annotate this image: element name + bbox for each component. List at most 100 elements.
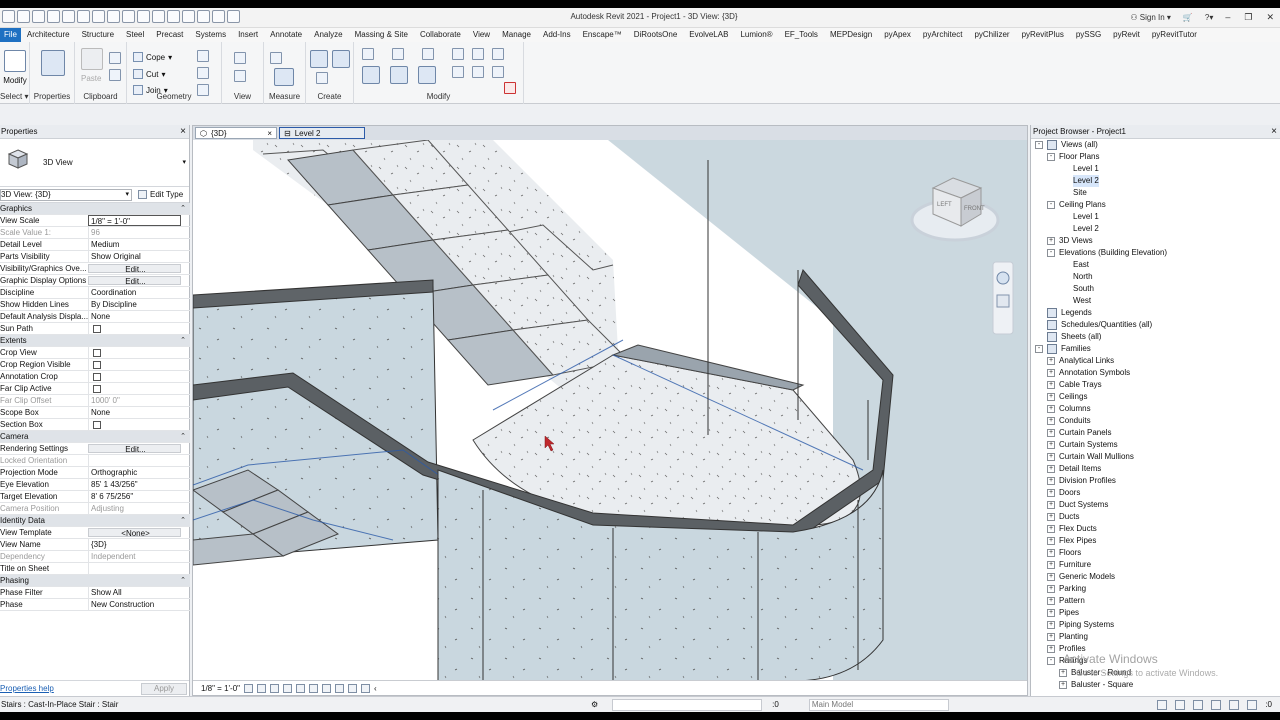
select-dropdown[interactable]: Select ▾ [0,92,29,101]
property-value[interactable]: 1/8" = 1'-0" [88,215,181,226]
checkbox[interactable] [93,324,101,333]
browser-node[interactable]: Schedules/Quantities (all) [1031,319,1280,331]
browser-node[interactable]: East [1031,259,1280,271]
collapse-section-icon[interactable]: ⌃ [180,575,190,586]
ribbon-tab-26[interactable]: pyRevitTutor [1146,28,1203,42]
property-checkbox[interactable] [88,359,181,370]
browser-node[interactable]: + Columns [1031,403,1280,415]
expand-icon[interactable]: + [1047,501,1055,509]
browser-node[interactable]: + Analytical Links [1031,355,1280,367]
browser-node[interactable]: + Floors [1031,547,1280,559]
type-dropdown-icon[interactable]: ▾ [182,158,186,166]
ribbon-tab-12[interactable]: Manage [496,28,537,42]
browser-node[interactable]: + Furniture [1031,559,1280,571]
create-assembly-icon[interactable] [310,50,328,68]
property-edit-button[interactable]: Edit... [88,276,181,285]
property-value[interactable]: None [88,311,181,322]
workset-field[interactable] [612,698,763,711]
browser-node[interactable]: + Flex Pipes [1031,535,1280,547]
property-section[interactable]: Identity Data ⌃ [0,515,190,527]
ribbon-tab-4[interactable]: Precast [150,28,189,42]
browser-node[interactable]: - Views (all) [1031,139,1280,151]
browser-node[interactable]: South [1031,283,1280,295]
cut-button[interactable]: Cut ▾ [133,69,165,79]
property-value[interactable]: Show Original [88,251,181,262]
ribbon-tab-20[interactable]: pyApex [878,28,917,42]
lock-3d-view-icon[interactable] [335,683,345,693]
browser-node[interactable]: + Curtain Wall Mullions [1031,451,1280,463]
hide-element-icon[interactable] [234,52,246,64]
expand-icon[interactable]: + [1047,477,1055,485]
browser-node[interactable]: - Floor Plans [1031,151,1280,163]
select-links-icon[interactable] [1157,699,1168,710]
expand-icon[interactable]: + [1047,237,1055,245]
view-tab[interactable]: ⬡ {3D} × [195,127,277,139]
browser-node[interactable]: + Flex Ducts [1031,523,1280,535]
property-value[interactable]: Coordination [88,287,181,298]
ribbon-tab-23[interactable]: pyRevitPlus [1016,28,1070,42]
browser-node[interactable]: North [1031,271,1280,283]
crop-view-icon[interactable] [309,683,319,693]
ribbon-tab-16[interactable]: EvolveLAB [683,28,734,42]
browser-node[interactable]: + Curtain Systems [1031,439,1280,451]
browser-node[interactable]: + Planting [1031,631,1280,643]
browser-node[interactable]: + Generic Models [1031,571,1280,583]
property-value[interactable]: 85' 1 43/256" [88,479,181,490]
apply-button[interactable]: Apply [141,682,187,695]
ribbon-tab-15[interactable]: DiRootsOne [628,28,684,42]
browser-node[interactable]: + Pattern [1031,595,1280,607]
close-icon[interactable]: ✕ [1266,12,1274,23]
property-value[interactable]: Medium [88,239,181,250]
properties-button-label[interactable]: Properties [30,92,74,101]
design-option-field[interactable]: Main Model [808,698,949,711]
browser-node[interactable]: + Duct Systems [1031,499,1280,511]
expand-icon[interactable]: + [1047,537,1055,545]
worksets-icon[interactable]: ⚙ [591,700,598,709]
browser-node[interactable]: + Detail Items [1031,463,1280,475]
instance-selector[interactable]: 3D View: {3D} [0,188,132,201]
split-face-icon[interactable] [197,67,209,79]
ribbon-tab-3[interactable]: Steel [120,28,150,42]
property-value[interactable]: {3D} [88,539,181,550]
checkbox[interactable] [93,384,101,393]
expand-icon[interactable]: + [1047,513,1055,521]
cope-button[interactable]: Cope ▾ [133,52,172,62]
shadows-icon[interactable] [283,683,293,693]
visual-style-icon[interactable] [257,683,267,693]
ribbon-tab-14[interactable]: Enscape™ [577,28,628,42]
property-value[interactable] [88,563,181,574]
browser-node[interactable]: + Cable Trays [1031,379,1280,391]
collapse-icon[interactable]: - [1047,657,1055,665]
checkbox[interactable] [93,420,101,429]
ribbon-tab-7[interactable]: Annotate [264,28,308,42]
offset-icon[interactable] [392,48,404,60]
browser-node[interactable]: Site [1031,187,1280,199]
edit-type-button[interactable]: Edit Type [138,190,183,199]
wall-joins-icon[interactable] [197,50,209,62]
browser-node[interactable]: + Pipes [1031,607,1280,619]
override-graphics-icon[interactable] [234,70,246,82]
ribbon-tab-9[interactable]: Massing & Site [349,28,414,42]
show-crop-icon[interactable] [322,683,332,693]
select-pinned-icon[interactable] [1193,699,1204,710]
collapse-section-icon[interactable]: ⌃ [180,515,190,526]
rotate-icon[interactable] [418,66,436,84]
browser-node[interactable]: Sheets (all) [1031,331,1280,343]
property-section[interactable]: Graphics ⌃ [0,203,190,215]
expand-icon[interactable]: + [1047,645,1055,653]
browser-node[interactable]: Level 2 [1031,223,1280,235]
reveal-hidden-icon[interactable] [361,683,371,693]
expand-icon[interactable]: + [1059,669,1067,677]
ribbon-tab-13[interactable]: Add-Ins [537,28,577,42]
ribbon-tab-17[interactable]: Lumion® [734,28,778,42]
drag-elements-icon[interactable] [1229,699,1240,710]
unpin-icon[interactable] [492,48,504,60]
align-icon[interactable] [362,48,374,60]
expand-icon[interactable]: + [1047,441,1055,449]
expand-icon[interactable]: + [1047,357,1055,365]
browser-node[interactable]: - Families [1031,343,1280,355]
ribbon-tab-10[interactable]: Collaborate [414,28,467,42]
property-edit-button[interactable]: <None> [88,528,181,537]
minimize-icon[interactable]: – [1225,12,1230,23]
browser-node[interactable]: - Ceiling Plans [1031,199,1280,211]
